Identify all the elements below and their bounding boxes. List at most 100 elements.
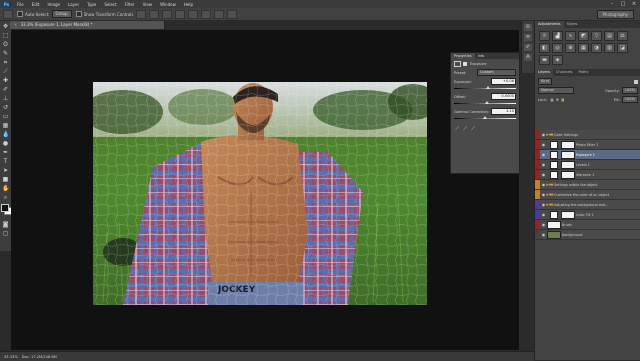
brush-panel-icon[interactable]: ✐ <box>524 44 532 51</box>
posterize-icon[interactable]: ▥ <box>604 43 615 53</box>
adjustment-thumbnail-icon[interactable] <box>550 210 558 219</box>
dodge-tool-icon[interactable]: ● <box>2 140 9 147</box>
selective-color-icon[interactable]: ◈ <box>552 55 563 65</box>
gradient-tool-icon[interactable]: ▦ <box>2 122 9 129</box>
folder-icon[interactable]: ▸▬ <box>546 132 554 138</box>
transform-checkbox[interactable] <box>75 11 82 17</box>
opacity-input[interactable]: 100% <box>621 87 638 94</box>
offset-input[interactable]: 0.0000 <box>491 93 516 100</box>
lock-position-icon[interactable]: ✥ <box>556 98 559 102</box>
transform-option[interactable]: Show Transform Controls <box>75 11 133 17</box>
clone-stamp-tool-icon[interactable]: ⊥ <box>2 95 9 102</box>
exposure-adj-icon[interactable]: ◩ <box>578 31 589 41</box>
visibility-eye-icon[interactable]: ◉ <box>541 172 546 177</box>
brush-tool-icon[interactable]: ✐ <box>2 86 9 93</box>
menu-file[interactable]: File <box>13 2 28 7</box>
layer-name[interactable]: Background <box>562 233 582 237</box>
eraser-tool-icon[interactable]: ▭ <box>2 113 9 120</box>
foreground-color-swatch[interactable] <box>1 204 9 212</box>
layer-name[interactable]: Adjusting the background and... <box>554 203 608 207</box>
move-tool-icon[interactable]: ✥ <box>2 23 9 30</box>
adjustment-thumbnail-icon[interactable] <box>550 170 558 179</box>
blend-mode-dropdown[interactable]: Normal <box>538 87 574 94</box>
layer-thumbnail[interactable] <box>561 210 575 219</box>
layer-row[interactable]: ◉ ▸▬ Customize the color of an object <box>535 190 640 200</box>
type-tool-icon[interactable]: T <box>2 158 9 165</box>
brightness-contrast-icon[interactable]: ☼ <box>539 31 550 41</box>
tab-paths[interactable]: Paths <box>576 69 592 76</box>
tab-info[interactable]: Info <box>475 54 488 58</box>
layer-name[interactable]: Exposure 1 <box>576 153 595 157</box>
screen-mode-icon[interactable]: ▢ <box>2 230 9 237</box>
exposure-slider[interactable] <box>454 86 516 90</box>
visibility-eye-icon[interactable]: ◉ <box>541 162 546 167</box>
align-bottom-icon[interactable] <box>162 9 173 19</box>
layer-thumbnail[interactable] <box>547 220 561 229</box>
hand-tool-icon[interactable]: ✋ <box>2 185 9 192</box>
lock-all-icon[interactable]: 🔒 <box>561 98 565 102</box>
marquee-tool-icon[interactable]: ⬚ <box>2 32 9 39</box>
align-top-icon[interactable] <box>136 9 147 19</box>
layer-filter-dropdown[interactable]: Kind <box>538 78 552 85</box>
color-lookup-icon[interactable]: ▦ <box>578 43 589 53</box>
exposure-input[interactable]: +0.06 <box>491 78 516 85</box>
layer-name[interactable]: Settings within the object <box>554 183 597 187</box>
lock-pixels-icon[interactable]: ▦ <box>550 98 553 102</box>
maximize-icon[interactable]: □ <box>618 1 628 8</box>
visibility-eye-icon[interactable]: ◉ <box>541 232 546 237</box>
distribute-icon[interactable] <box>214 9 225 19</box>
visibility-eye-icon[interactable]: ◉ <box>541 142 546 147</box>
align-center-icon[interactable] <box>188 9 199 19</box>
auto-select-dropdown[interactable]: Group <box>51 10 72 18</box>
levels-icon[interactable]: ▟ <box>552 31 563 41</box>
layer-name[interactable]: Photo Filter 1 <box>576 143 598 147</box>
folder-icon[interactable]: ▸▬ <box>546 202 554 208</box>
layer-row[interactable]: ◉ ▸▬ Color Settings <box>535 130 640 140</box>
gamma-slider-thumb[interactable] <box>482 116 487 119</box>
vibrance-icon[interactable]: ▽ <box>591 31 602 41</box>
layer-row[interactable]: ◉ Brush <box>535 220 640 230</box>
adjustment-thumbnail-icon[interactable] <box>550 150 558 159</box>
color-swatches[interactable] <box>0 203 12 219</box>
gradient-map-icon[interactable]: ▬ <box>539 55 550 65</box>
properties-panel-icon[interactable]: ≡ <box>524 34 532 41</box>
menu-edit[interactable]: Edit <box>28 2 44 7</box>
auto-select-option[interactable]: Auto-Select: Group <box>17 10 72 18</box>
layer-name[interactable]: Brush <box>562 223 572 227</box>
layer-row[interactable]: ◉ Levels 1 <box>535 160 640 170</box>
auto-select-checkbox[interactable] <box>17 11 23 17</box>
align-right-icon[interactable] <box>201 9 212 19</box>
align-left-icon[interactable] <box>175 9 186 19</box>
fill-input[interactable]: 100% <box>621 96 638 103</box>
folder-icon[interactable]: ▸▬ <box>546 192 554 198</box>
pen-tool-icon[interactable]: ✒ <box>2 149 9 156</box>
menu-layer[interactable]: Layer <box>64 2 83 7</box>
adjustment-thumbnail-icon[interactable] <box>550 140 558 149</box>
layer-row[interactable]: ◉ Photo Filter 1 <box>535 140 640 150</box>
color-balance-icon[interactable]: ⚖ <box>617 31 628 41</box>
history-panel-icon[interactable]: ⏲ <box>524 24 532 31</box>
photo-filter-icon[interactable]: ◎ <box>552 43 563 53</box>
menu-image[interactable]: Image <box>43 2 64 7</box>
gamma-input[interactable]: 1.10 <box>491 108 516 115</box>
visibility-eye-icon[interactable]: ◉ <box>541 212 546 217</box>
layer-thumbnail[interactable] <box>561 150 575 159</box>
offset-slider-thumb[interactable] <box>485 101 489 104</box>
invert-icon[interactable]: ◑ <box>591 43 602 53</box>
hue-saturation-icon[interactable]: ▤ <box>604 31 615 41</box>
layer-row[interactable]: ◉ Exposure 1 <box>535 150 640 160</box>
white-point-eyedropper-icon[interactable]: ⟋ <box>470 126 476 132</box>
move-tool-preset-icon[interactable] <box>3 9 13 19</box>
preset-dropdown[interactable]: Custom <box>477 69 516 76</box>
layer-name[interactable]: Customize the color of an object <box>554 193 609 197</box>
layer-name[interactable]: Levels 1 <box>576 163 590 167</box>
shape-tool-icon[interactable]: ■ <box>2 176 9 183</box>
blur-tool-icon[interactable]: 💧 <box>2 131 9 138</box>
align-middle-icon[interactable] <box>149 9 160 19</box>
layer-thumbnail[interactable] <box>547 230 561 239</box>
layer-name[interactable]: Vibrance 1 <box>576 173 594 177</box>
offset-slider[interactable] <box>454 101 516 105</box>
history-brush-tool-icon[interactable]: ↺ <box>2 104 9 111</box>
tab-layers[interactable]: Layers <box>535 69 553 76</box>
tab-properties[interactable]: Properties <box>451 53 475 59</box>
